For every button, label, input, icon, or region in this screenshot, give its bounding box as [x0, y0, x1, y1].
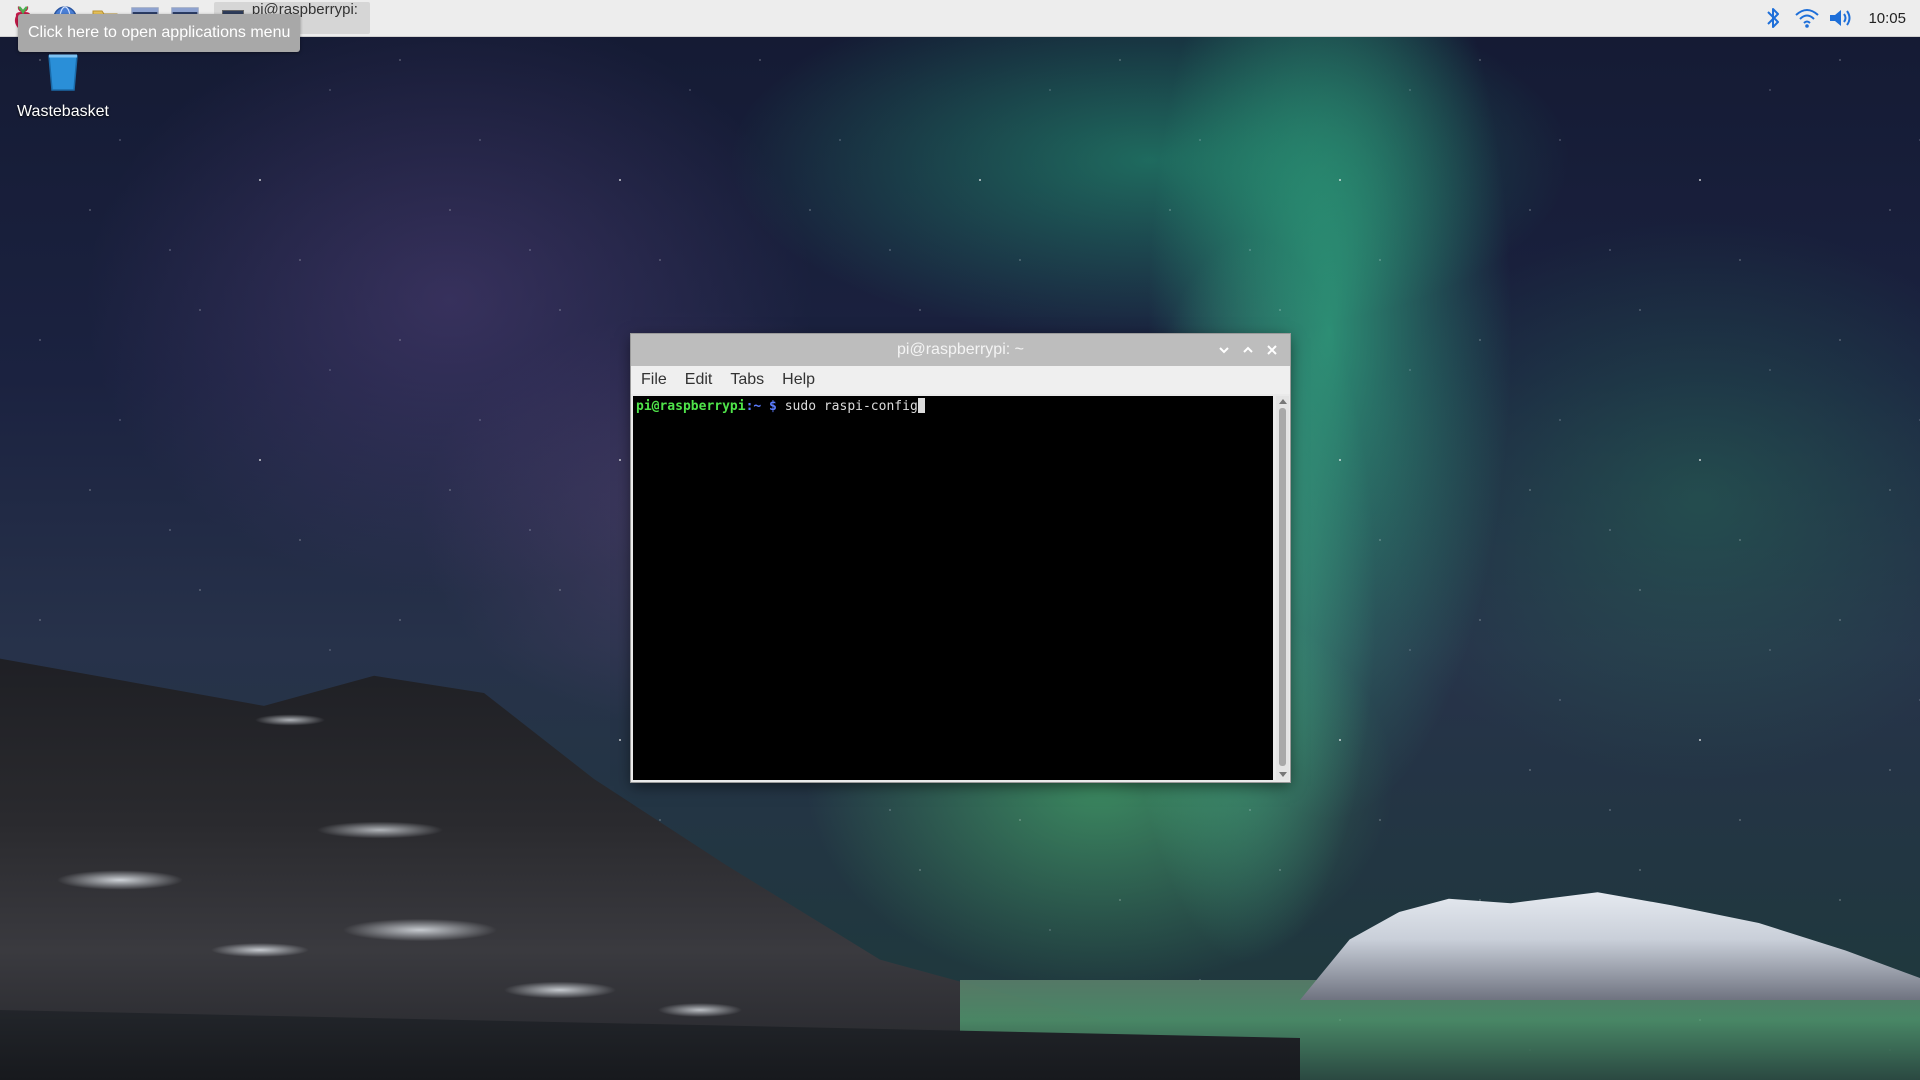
desktop-icon-wastebasket[interactable]: Wastebasket — [10, 52, 116, 121]
volume-button[interactable] — [1824, 0, 1858, 36]
menu-file[interactable]: File — [631, 371, 675, 389]
window-controls — [1212, 334, 1284, 366]
terminal-output[interactable]: pi@raspberrypi:~ $ sudo raspi-config — [633, 396, 1273, 780]
window-title: pi@raspberrypi: ~ — [897, 341, 1024, 358]
scroll-up-arrow-icon[interactable] — [1279, 399, 1287, 404]
text-cursor — [917, 398, 925, 413]
chevron-up-icon — [1243, 346, 1253, 353]
system-tray: 10:05 — [1756, 0, 1920, 36]
close-icon — [1267, 345, 1277, 355]
prompt-path: :~ $ — [745, 399, 777, 414]
wastebasket-icon — [48, 54, 78, 91]
window-titlebar[interactable]: pi@raspberrypi: ~ — [631, 334, 1290, 366]
maximize-button[interactable] — [1236, 338, 1260, 362]
menu-tabs[interactable]: Tabs — [720, 371, 772, 389]
menu-edit[interactable]: Edit — [675, 371, 721, 389]
bluetooth-button[interactable] — [1756, 0, 1790, 36]
chevron-down-icon — [1219, 347, 1229, 354]
terminal-scrollbar[interactable] — [1276, 396, 1289, 780]
menu-help[interactable]: Help — [772, 371, 823, 389]
bluetooth-icon — [1767, 8, 1780, 28]
minimize-button[interactable] — [1212, 338, 1236, 362]
applications-menu-tooltip: Click here to open applications menu — [18, 14, 301, 52]
desktop-icon-label: Wastebasket — [17, 103, 109, 120]
wifi-icon — [1795, 9, 1820, 28]
menu-bar: File Edit Tabs Help — [631, 366, 1290, 394]
scroll-down-arrow-icon[interactable] — [1279, 772, 1287, 777]
terminal-command: sudo raspi-config — [776, 399, 918, 414]
close-button[interactable] — [1260, 338, 1284, 362]
prompt-user: pi@raspberrypi — [636, 399, 746, 414]
wifi-button[interactable] — [1790, 0, 1824, 36]
volume-icon — [1830, 10, 1851, 26]
terminal-window: pi@raspberrypi: ~ File Edit Tabs Help pi… — [631, 334, 1290, 782]
clock[interactable]: 10:05 — [1858, 10, 1920, 27]
scrollbar-thumb[interactable] — [1279, 408, 1286, 766]
